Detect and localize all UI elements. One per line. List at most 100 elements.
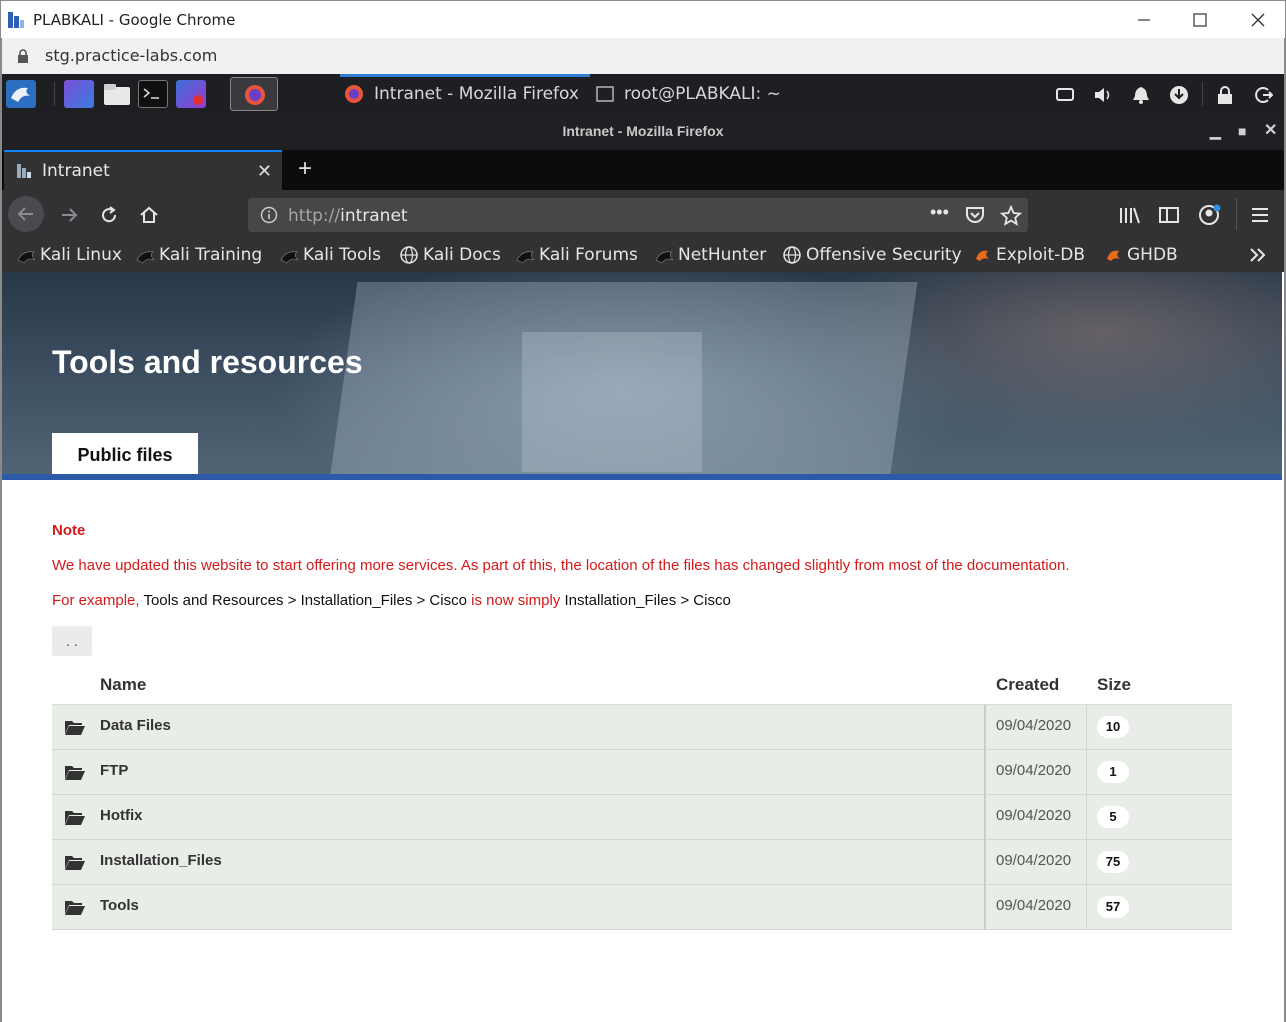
home-icon [140,206,158,223]
firefox-launcher-icon[interactable] [230,77,278,111]
update-icon[interactable] [1168,84,1190,106]
kali-dragon-icon [279,245,299,265]
file-name[interactable]: FTP [100,762,128,779]
folder-open-icon [65,766,85,780]
terminal-icon[interactable] [138,80,168,108]
file-created: 09/04/2020 [996,717,1072,734]
window-border [0,38,2,1022]
file-name[interactable]: Installation_Files [100,852,222,869]
bookmark-label: Kali Docs [423,245,501,265]
column-divider [984,795,986,840]
forward-button[interactable] [54,200,84,230]
file-created: 09/04/2020 [996,807,1072,824]
exploit-db-icon [972,245,992,265]
screen-recorder-icon[interactable] [176,80,206,108]
bookmark-kali-training[interactable]: Kali Training [135,244,262,266]
column-divider [984,705,986,750]
folder-open-icon [65,856,85,870]
chevron-double-right-icon[interactable] [1248,247,1268,263]
bookmark-offensive-security[interactable]: Offensive Security [782,244,962,266]
bookmark-kali-forums[interactable]: Kali Forums [515,244,638,266]
column-divider [984,885,986,930]
bookmarks-toolbar: Kali Linux Kali Training Kali Tools Kali… [2,238,1284,272]
info-icon[interactable] [260,206,278,224]
bookmark-kali-tools[interactable]: Kali Tools [279,244,381,266]
logout-icon[interactable] [1252,84,1274,106]
column-header-size[interactable]: Size [1097,675,1131,695]
hamburger-menu-icon[interactable] [1250,206,1270,224]
minimize-icon [1138,19,1150,21]
close-window-button[interactable] [1235,7,1281,33]
bookmark-exploit-db[interactable]: Exploit-DB [972,244,1085,266]
table-header: Name Created Size [52,664,1232,705]
url-bar[interactable]: http://intranet ••• [248,198,1028,232]
table-row[interactable]: Hotfix 09/04/2020 5 [52,795,1232,840]
tab-favicon-icon [17,164,31,178]
bookmark-nethunter[interactable]: NetHunter [654,244,766,266]
table-row[interactable]: Tools 09/04/2020 57 [52,885,1232,930]
table-row[interactable]: Data Files 09/04/2020 10 [52,705,1232,750]
table-row[interactable]: Installation_Files 09/04/2020 75 [52,840,1232,885]
firefox-titlebar: Intranet - Mozilla Firefox ▁ ■ ✕ [2,114,1284,150]
file-manager-icon[interactable] [102,80,132,108]
kali-taskbar: Intranet - Mozilla Firefox root@PLABKALI… [2,74,1284,114]
column-divider [1086,885,1087,930]
page-actions-icon[interactable]: ••• [930,202,949,223]
file-name[interactable]: Hotfix [100,807,143,824]
column-header-name[interactable]: Name [100,675,146,695]
kali-dragon-icon [135,245,155,265]
bookmark-kali-linux[interactable]: Kali Linux [16,244,122,266]
bookmark-kali-docs[interactable]: Kali Docs [399,244,501,266]
window-title: PLABKALI - Google Chrome [33,11,236,29]
home-button[interactable] [134,200,164,230]
parent-directory-button[interactable]: . . [52,626,92,656]
firefox-window-title: Intranet - Mozilla Firefox [562,123,724,139]
bookmark-label: Kali Tools [303,245,381,265]
sidebar-icon[interactable] [1158,206,1180,224]
chrome-address-bar: stg.practice-labs.com [0,38,1286,74]
library-icon[interactable] [1118,206,1140,224]
note-example-mid: is now simply [466,592,565,609]
taskbar-item-firefox[interactable]: Intranet - Mozilla Firefox [344,74,579,114]
ff-maximize-icon[interactable]: ■ [1238,114,1246,148]
notifications-icon[interactable] [1130,84,1152,106]
kali-menu-icon[interactable] [6,80,36,108]
reload-button[interactable] [94,200,124,230]
desktop-icon[interactable] [64,80,94,108]
file-name[interactable]: Tools [100,897,139,914]
terminal-small-icon [596,86,614,102]
tab-public-files[interactable]: Public files [52,433,198,474]
bookmark-label: NetHunter [678,245,767,265]
bookmark-ghdb[interactable]: GHDB [1103,244,1178,266]
tab-close-icon[interactable]: ✕ [257,161,272,182]
exploit-db-icon [1103,245,1123,265]
firefox-navbar: http://intranet ••• [2,190,1284,238]
ff-close-icon[interactable]: ✕ [1264,114,1277,148]
column-header-created[interactable]: Created [996,675,1059,695]
table-row[interactable]: FTP 09/04/2020 1 [52,750,1232,795]
file-table: Name Created Size Data Files 09/04/2020 … [52,664,1232,930]
bookmark-label: Kali Training [159,245,263,265]
chrome-url[interactable]: stg.practice-labs.com [45,46,217,65]
chrome-titlebar: PLABKALI - Google Chrome [0,0,1286,38]
kali-dragon-icon [515,245,535,265]
back-button[interactable] [8,196,44,232]
ff-minimize-icon[interactable]: ▁ [1210,114,1221,148]
lock-screen-icon[interactable] [1214,84,1236,106]
volume-icon[interactable] [1092,84,1114,106]
display-icon[interactable] [1054,84,1076,106]
bookmark-star-icon[interactable] [1000,205,1022,227]
url-text[interactable]: http://intranet [288,206,408,226]
file-created: 09/04/2020 [996,852,1072,869]
maximize-button[interactable] [1177,7,1223,33]
minimize-button[interactable] [1121,7,1167,33]
close-icon [1251,13,1265,27]
folder-open-icon [65,721,85,735]
taskbar-item-terminal[interactable]: root@PLABKALI: ~ [596,74,781,114]
tab-intranet[interactable]: Intranet ✕ [4,150,282,190]
pocket-icon[interactable] [964,205,986,225]
account-icon[interactable] [1198,204,1222,226]
file-name[interactable]: Data Files [100,717,171,734]
new-tab-button[interactable]: + [292,156,318,182]
note-text: We have updated this website to start of… [52,557,1070,574]
